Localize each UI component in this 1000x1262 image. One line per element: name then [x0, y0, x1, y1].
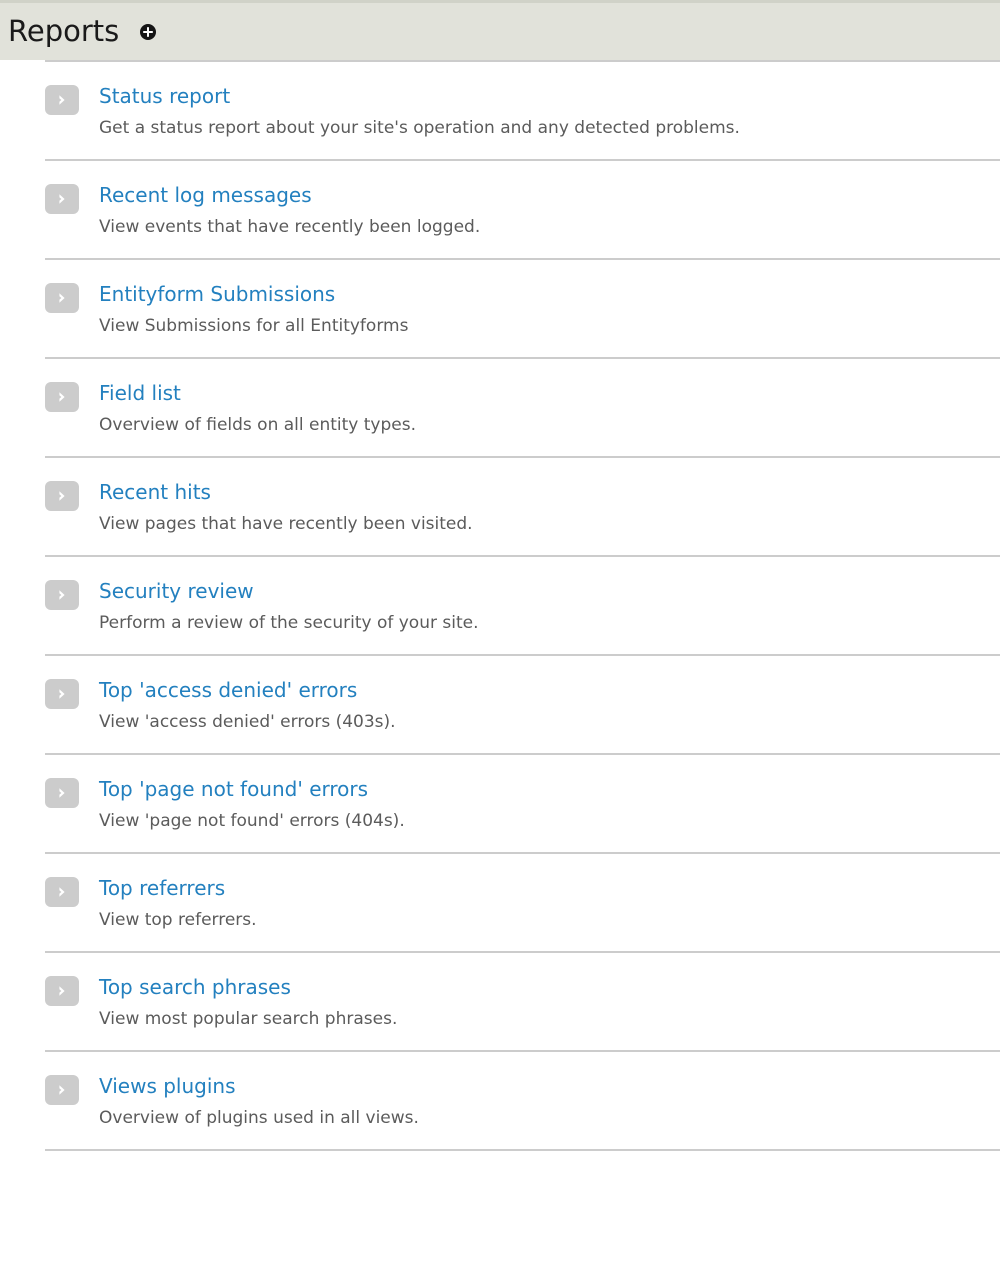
report-row: Recent hits View pages that have recently… — [45, 480, 1000, 535]
chevron-right-icon[interactable] — [45, 679, 79, 709]
list-item: Security review Perform a review of the s… — [45, 555, 1000, 654]
report-row: Entityform Submissions View Submissions f… — [45, 282, 1000, 337]
circle-plus-icon[interactable] — [139, 23, 157, 41]
chevron-right-icon[interactable] — [45, 85, 79, 115]
report-row: Security review Perform a review of the s… — [45, 579, 1000, 634]
list-item: Top search phrases View most popular sear… — [45, 951, 1000, 1050]
report-row: Top 'access denied' errors View 'access d… — [45, 678, 1000, 733]
report-row: Status report Get a status report about y… — [45, 84, 1000, 139]
chevron-right-icon[interactable] — [45, 283, 79, 313]
report-description: View top referrers. — [99, 910, 257, 930]
chevron-right-icon[interactable] — [45, 481, 79, 511]
report-description: View 'page not found' errors (404s). — [99, 811, 405, 831]
report-row: Top search phrases View most popular sear… — [45, 975, 1000, 1030]
report-link[interactable]: Top search phrases — [99, 975, 291, 999]
report-link[interactable]: Top referrers — [99, 876, 225, 900]
report-text: Top 'access denied' errors View 'access d… — [79, 678, 1000, 733]
report-link[interactable]: Recent log messages — [99, 183, 312, 207]
list-item: Views plugins Overview of plugins used in… — [45, 1050, 1000, 1151]
chevron-right-icon[interactable] — [45, 382, 79, 412]
report-row: Field list Overview of fields on all enti… — [45, 381, 1000, 436]
chevron-right-icon[interactable] — [45, 184, 79, 214]
list-item: Entityform Submissions View Submissions f… — [45, 258, 1000, 357]
list-item: Status report Get a status report about y… — [45, 60, 1000, 159]
page-title: Reports — [8, 14, 120, 48]
report-text: Status report Get a status report about y… — [79, 84, 1000, 139]
report-link[interactable]: Security review — [99, 579, 254, 603]
report-text: Recent hits View pages that have recently… — [79, 480, 1000, 535]
report-text: Top search phrases View most popular sear… — [79, 975, 1000, 1030]
list-item: Top referrers View top referrers. — [45, 852, 1000, 951]
list-item: Recent log messages View events that have… — [45, 159, 1000, 258]
report-text: Views plugins Overview of plugins used in… — [79, 1074, 1000, 1129]
report-description: Overview of fields on all entity types. — [99, 415, 417, 435]
report-description: View pages that have recently been visit… — [99, 514, 473, 534]
report-row: Top referrers View top referrers. — [45, 876, 1000, 931]
report-description: Get a status report about your site's op… — [99, 118, 740, 138]
chevron-right-icon[interactable] — [45, 877, 79, 907]
list-item: Field list Overview of fields on all enti… — [45, 357, 1000, 456]
report-link[interactable]: Status report — [99, 84, 230, 108]
reports-list: Status report Get a status report about y… — [0, 60, 1000, 1151]
report-description: Overview of plugins used in all views. — [99, 1108, 419, 1128]
report-link[interactable]: Top 'access denied' errors — [99, 678, 357, 702]
report-link[interactable]: Views plugins — [99, 1074, 236, 1098]
report-description: View 'access denied' errors (403s). — [99, 712, 396, 732]
chevron-right-icon[interactable] — [45, 1075, 79, 1105]
report-description: View Submissions for all Entityforms — [99, 316, 409, 336]
list-item: Recent hits View pages that have recently… — [45, 456, 1000, 555]
report-description: View events that have recently been logg… — [99, 217, 481, 237]
report-row: Views plugins Overview of plugins used in… — [45, 1074, 1000, 1129]
chevron-right-icon[interactable] — [45, 976, 79, 1006]
report-link[interactable]: Top 'page not found' errors — [99, 777, 368, 801]
report-description: Perform a review of the security of your… — [99, 613, 479, 633]
report-row: Top 'page not found' errors View 'page no… — [45, 777, 1000, 832]
chevron-right-icon[interactable] — [45, 778, 79, 808]
report-text: Top referrers View top referrers. — [79, 876, 1000, 931]
report-description: View most popular search phrases. — [99, 1009, 398, 1029]
report-text: Recent log messages View events that have… — [79, 183, 1000, 238]
report-text: Entityform Submissions View Submissions f… — [79, 282, 1000, 337]
report-link[interactable]: Field list — [99, 381, 181, 405]
report-row: Recent log messages View events that have… — [45, 183, 1000, 238]
report-text: Top 'page not found' errors View 'page no… — [79, 777, 1000, 832]
list-item: Top 'access denied' errors View 'access d… — [45, 654, 1000, 753]
report-text: Field list Overview of fields on all enti… — [79, 381, 1000, 436]
report-link[interactable]: Recent hits — [99, 480, 211, 504]
report-text: Security review Perform a review of the s… — [79, 579, 1000, 634]
chevron-right-icon[interactable] — [45, 580, 79, 610]
list-item: Top 'page not found' errors View 'page no… — [45, 753, 1000, 852]
report-link[interactable]: Entityform Submissions — [99, 282, 335, 306]
page-header: Reports — [0, 0, 1000, 60]
